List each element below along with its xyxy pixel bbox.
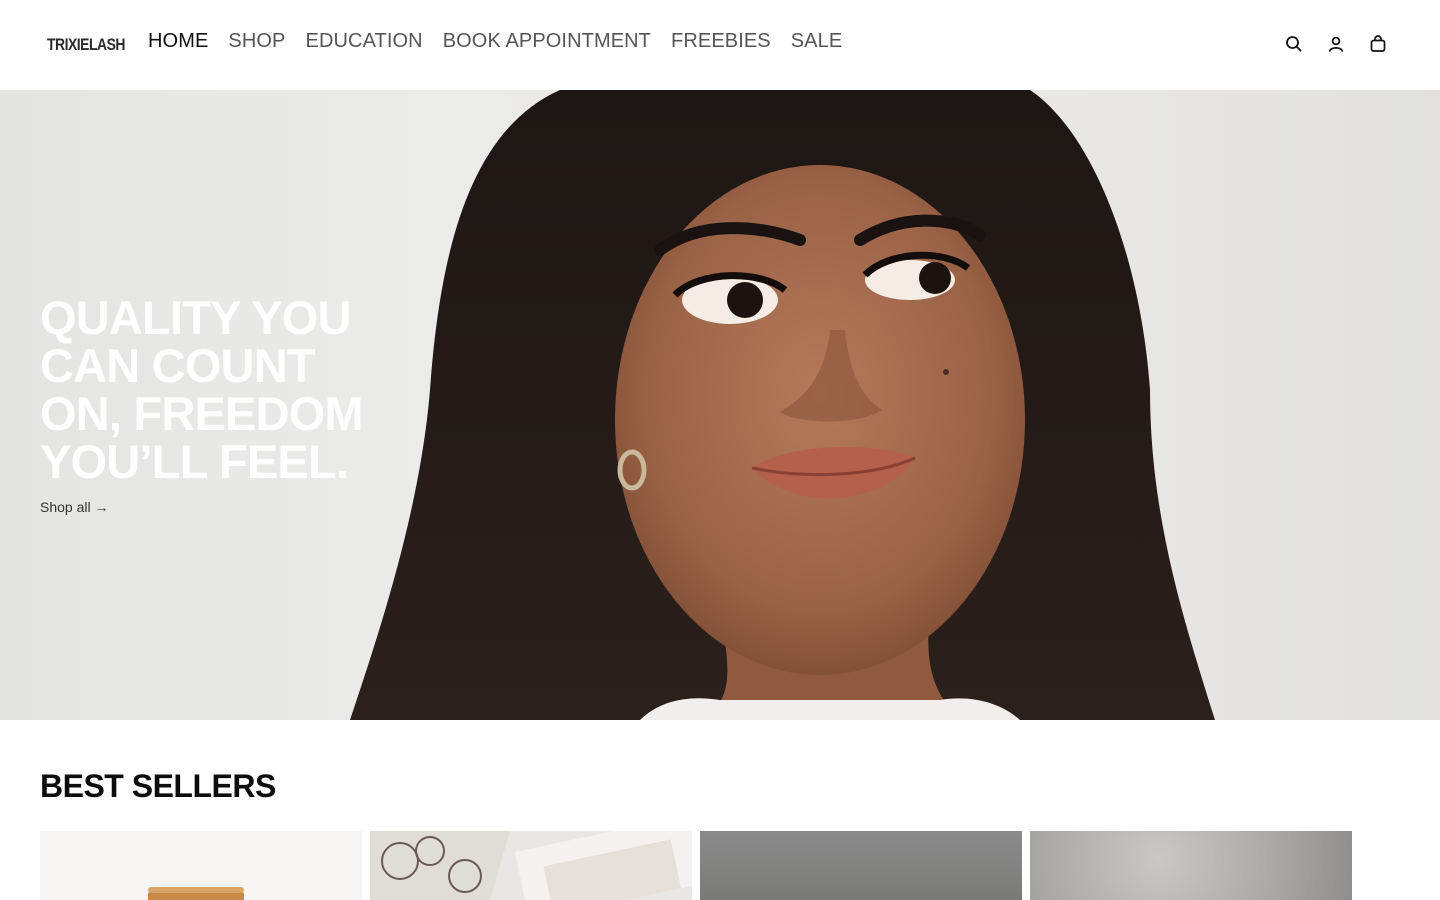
best-sellers-grid — [40, 831, 1352, 900]
nav-education[interactable]: EDUCATION — [306, 30, 423, 53]
cart-icon[interactable] — [1368, 34, 1388, 54]
hero-heading: QUALITY YOU CAN COUNT ON, FREEDOM YOU’LL… — [40, 294, 400, 486]
shop-all-link[interactable]: Shop all → — [40, 499, 108, 515]
brand-logo[interactable]: TRIXIELASH — [47, 35, 125, 55]
nav-shop[interactable]: SHOP — [228, 30, 285, 53]
hero-heading-line: ON, FREEDOM — [40, 387, 364, 440]
account-icon[interactable] — [1326, 34, 1346, 54]
search-icon[interactable] — [1284, 34, 1304, 54]
hero-banner: QUALITY YOU CAN COUNT ON, FREEDOM YOU’LL… — [0, 90, 1440, 720]
nav-book-appointment[interactable]: BOOK APPOINTMENT — [443, 30, 651, 53]
product-image — [370, 831, 692, 900]
product-card[interactable] — [700, 831, 1022, 900]
hero-heading-line: CAN COUNT — [40, 339, 316, 392]
product-card[interactable] — [40, 831, 362, 900]
hero-heading-line: YOU’LL FEEL. — [40, 435, 349, 488]
main-nav: HOME SHOP EDUCATION BOOK APPOINTMENT FRE… — [148, 30, 862, 53]
hero-heading-line: QUALITY YOU — [40, 291, 351, 344]
nav-freebies[interactable]: FREEBIES — [671, 30, 771, 53]
product-card[interactable] — [370, 831, 692, 900]
nav-home[interactable]: HOME — [148, 30, 208, 53]
header-icons — [1284, 34, 1388, 54]
product-image — [148, 887, 244, 900]
product-card[interactable] — [1030, 831, 1352, 900]
nav-sale[interactable]: SALE — [791, 30, 843, 53]
site-header: TRIXIELASH HOME SHOP EDUCATION BOOK APPO… — [0, 0, 1440, 90]
best-sellers-title: BEST SELLERS — [40, 768, 276, 804]
